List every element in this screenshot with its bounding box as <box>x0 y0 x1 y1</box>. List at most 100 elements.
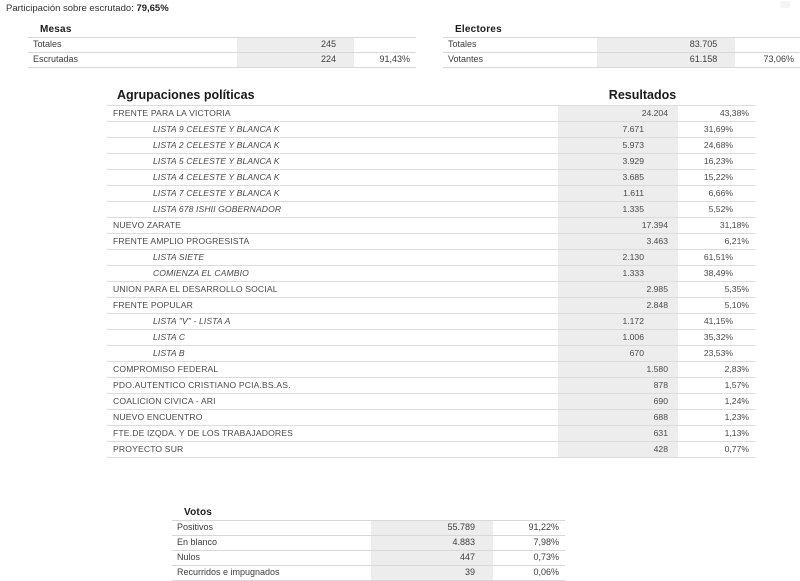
mesas-row-percent: 91,43% <box>354 52 416 68</box>
votos-row-label: Positivos <box>172 520 371 536</box>
electores-table: Totales 83.705 Votantes 61.158 73,06% <box>443 37 800 68</box>
electores-row-value: 61.158 <box>597 52 736 68</box>
table-row: En blanco 4.883 7,98% <box>172 535 565 551</box>
results-party-row: COALICION CIVICA - ARI 690 1,24% <box>107 393 755 410</box>
results-row-votes: 3.685 <box>558 169 678 186</box>
results-party-row: COMPROMISO FEDERAL 1.580 2,83% <box>107 361 755 378</box>
votos-row-label: Nulos <box>172 550 371 566</box>
results-row-name: LISTA SIETE <box>107 249 558 266</box>
results-party-row: NUEVO ZARATE 17.394 31,18% <box>107 217 755 234</box>
results-row-votes: 3.929 <box>558 153 678 170</box>
results-row-votes: 670 <box>558 345 678 362</box>
votos-table: Positivos 55.789 91,22% En blanco 4.883 7,98%… <box>172 520 565 581</box>
participation-label: Participación sobre escrutado: <box>6 3 134 14</box>
table-row: Recurridos e impugnados 39 0,06% <box>172 565 565 581</box>
results-list-row: LISTA 5 CELESTE Y BLANCA K 3.929 16,23% <box>107 153 755 170</box>
results-row-name: LISTA 5 CELESTE Y BLANCA K <box>107 153 558 170</box>
results-row-share: 1,57% <box>678 377 755 394</box>
results-row-name: PROYECTO SUR <box>107 441 558 458</box>
results-row-votes: 24.204 <box>558 105 678 122</box>
results-row-name: LISTA 4 CELESTE Y BLANCA K <box>107 169 558 186</box>
electores-table-body: Totales 83.705 Votantes 61.158 73,06% <box>443 37 800 68</box>
results-row-share: 35,32% <box>678 329 755 346</box>
results-row-name: NUEVO ENCUENTRO <box>107 409 558 426</box>
results-row-share: 38,49% <box>678 265 755 282</box>
results-row-name: FTE.DE IZQDA. Y DE LOS TRABAJADORES <box>107 425 558 442</box>
results-row-share: 16,23% <box>678 153 755 170</box>
results-row-name: COMPROMISO FEDERAL <box>107 361 558 378</box>
results-row-votes: 17.394 <box>558 217 678 234</box>
electores-summary-block: Electores Totales 83.705 Votantes 61.158… <box>443 24 800 68</box>
results-row-share: 1,13% <box>678 425 755 442</box>
results-table: FRENTE PARA LA VICTORIA 24.204 43,38% LISTA… <box>107 105 755 458</box>
results-row-votes: 878 <box>558 377 678 394</box>
results-list-row: LISTA "V" - LISTA A 1.172 41,15% <box>107 313 755 330</box>
votos-row-percent: 0,06% <box>493 565 565 581</box>
table-row: Positivos 55.789 91,22% <box>172 520 565 536</box>
mesas-row-label: Totales <box>28 37 237 53</box>
results-list-row: LISTA 678 ISHII GOBERNADOR 1.335 5,52% <box>107 201 755 218</box>
table-row: Totales 83.705 <box>443 37 800 53</box>
results-row-votes: 1.006 <box>558 329 678 346</box>
results-row-votes: 428 <box>558 441 678 458</box>
votos-row-percent: 7,98% <box>493 535 565 551</box>
results-row-votes: 690 <box>558 393 678 410</box>
votos-row-value: 4.883 <box>371 535 493 551</box>
votos-summary-block: Votos Positivos 55.789 91,22% En blanco 4.88… <box>172 507 565 581</box>
results-party-row: FRENTE POPULAR 2.848 5,10% <box>107 297 755 314</box>
results-row-votes: 2.985 <box>558 281 678 298</box>
results-list-row: LISTA 2 CELESTE Y BLANCA K 5.973 24,68% <box>107 137 755 154</box>
results-row-name: LISTA B <box>107 345 558 362</box>
results-row-share: 0,77% <box>678 441 755 458</box>
results-row-name: COMIENZA EL CAMBIO <box>107 265 558 282</box>
results-row-share: 5,35% <box>678 281 755 298</box>
votos-table-body: Positivos 55.789 91,22% En blanco 4.883 7,98%… <box>172 520 565 581</box>
results-list-row: LISTA 7 CELESTE Y BLANCA K 1.611 6,66% <box>107 185 755 202</box>
page-corner-artifact <box>780 1 790 8</box>
results-row-share: 23,53% <box>678 345 755 362</box>
participation-value: 79,65% <box>136 3 169 14</box>
results-header: Agrupaciones políticas Resultados <box>107 88 733 105</box>
results-row-name: NUEVO ZARATE <box>107 217 558 234</box>
results-row-votes: 631 <box>558 425 678 442</box>
mesas-table-body: Totales 245 Escrutadas 224 91,43% <box>28 37 416 68</box>
results-party-row: FRENTE PARA LA VICTORIA 24.204 43,38% <box>107 105 755 122</box>
electores-title: Electores <box>455 24 502 35</box>
results-header-agrupaciones: Agrupaciones políticas <box>117 88 255 102</box>
results-row-name: LISTA 9 CELESTE Y BLANCA K <box>107 121 558 138</box>
results-row-name: FRENTE PARA LA VICTORIA <box>107 105 558 122</box>
results-list-row: LISTA C 1.006 35,32% <box>107 329 755 346</box>
mesas-row-value: 224 <box>237 52 354 68</box>
results-row-share: 6,21% <box>678 233 755 250</box>
results-row-name: LISTA "V" - LISTA A <box>107 313 558 330</box>
results-row-name: COALICION CIVICA - ARI <box>107 393 558 410</box>
results-list-row: LISTA 9 CELESTE Y BLANCA K 7.671 31,69% <box>107 121 755 138</box>
results-row-share: 31,18% <box>678 217 755 234</box>
results-row-votes: 2.848 <box>558 297 678 314</box>
mesas-row-label: Escrutadas <box>28 52 237 68</box>
results-party-row: FTE.DE IZQDA. Y DE LOS TRABAJADORES 631 1,… <box>107 425 755 442</box>
mesas-title: Mesas <box>40 24 72 35</box>
votos-row-value: 55.789 <box>371 520 493 536</box>
votos-row-value: 39 <box>371 565 493 581</box>
results-party-row: PDO.AUTENTICO CRISTIANO PCIA.BS.AS. 878 1,… <box>107 377 755 394</box>
results-row-share: 1,24% <box>678 393 755 410</box>
electores-row-label: Totales <box>443 37 598 53</box>
table-row: Totales 245 <box>28 37 416 53</box>
electores-row-label: Votantes <box>443 52 598 68</box>
results-row-name: LISTA 678 ISHII GOBERNADOR <box>107 201 558 218</box>
mesas-summary-block: Mesas Totales 245 Escrutadas 224 91,43% <box>28 24 416 68</box>
results-block: Agrupaciones políticas Resultados FRENTE… <box>107 88 755 458</box>
mesas-table: Totales 245 Escrutadas 224 91,43% <box>28 37 416 68</box>
mesas-row-percent <box>354 37 416 53</box>
results-row-share: 43,38% <box>678 105 755 122</box>
votos-row-percent: 91,22% <box>493 520 565 536</box>
results-party-row: NUEVO ENCUENTRO 688 1,23% <box>107 409 755 426</box>
table-row: Escrutadas 224 91,43% <box>28 52 416 68</box>
results-list-row: LISTA B 670 23,53% <box>107 345 755 362</box>
electores-row-percent: 73,06% <box>735 52 800 68</box>
results-row-share: 5,52% <box>678 201 755 218</box>
votos-row-percent: 0,73% <box>493 550 565 566</box>
results-row-votes: 1.611 <box>558 185 678 202</box>
results-row-name: LISTA 2 CELESTE Y BLANCA K <box>107 137 558 154</box>
